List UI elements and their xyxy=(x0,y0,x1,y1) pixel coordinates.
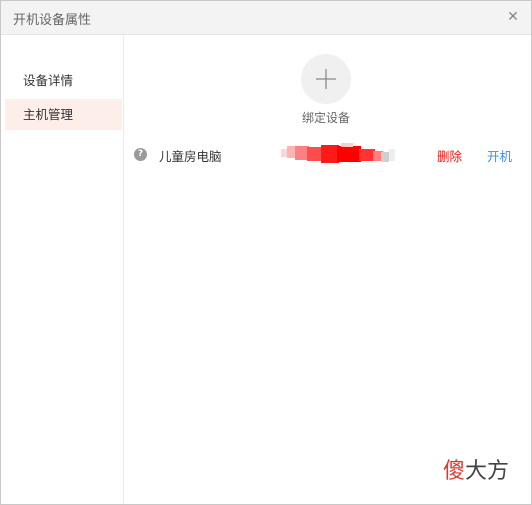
dialog-title: 开机设备属性 xyxy=(13,13,92,28)
close-icon[interactable]: ✕ xyxy=(505,9,521,25)
power-on-button[interactable]: 开机 xyxy=(487,146,512,165)
sidebar: 设备详情 主机管理 xyxy=(1,35,124,504)
redacted-device-id xyxy=(281,143,395,163)
delete-button[interactable]: 删除 xyxy=(437,146,462,165)
question-icon: ? xyxy=(134,148,147,161)
sidebar-item-label: 设备详情 xyxy=(23,73,74,88)
watermark-char: 傻 xyxy=(443,459,466,484)
main-content: 绑定设备 ? 儿童房电脑 删除 开机 xyxy=(124,35,531,504)
bind-device-button[interactable] xyxy=(301,54,351,104)
sidebar-item-host-management[interactable]: 主机管理 xyxy=(5,99,122,130)
title-bar: 开机设备属性 ✕ xyxy=(1,1,531,35)
watermark-logo: 傻大方 xyxy=(443,453,509,485)
watermark-text: 大方 xyxy=(465,459,510,484)
plus-icon xyxy=(316,69,336,89)
device-properties-dialog: 开机设备属性 ✕ 设备详情 主机管理 绑定设备 ? 儿童房电脑 删除 开机 傻大… xyxy=(0,0,532,505)
sidebar-item-device-details[interactable]: 设备详情 xyxy=(5,65,122,96)
sidebar-item-label: 主机管理 xyxy=(23,107,74,122)
bind-device-label: 绑定设备 xyxy=(301,111,350,125)
device-name: 儿童房电脑 xyxy=(159,149,222,164)
device-row: ? 儿童房电脑 删除 开机 xyxy=(124,143,531,167)
